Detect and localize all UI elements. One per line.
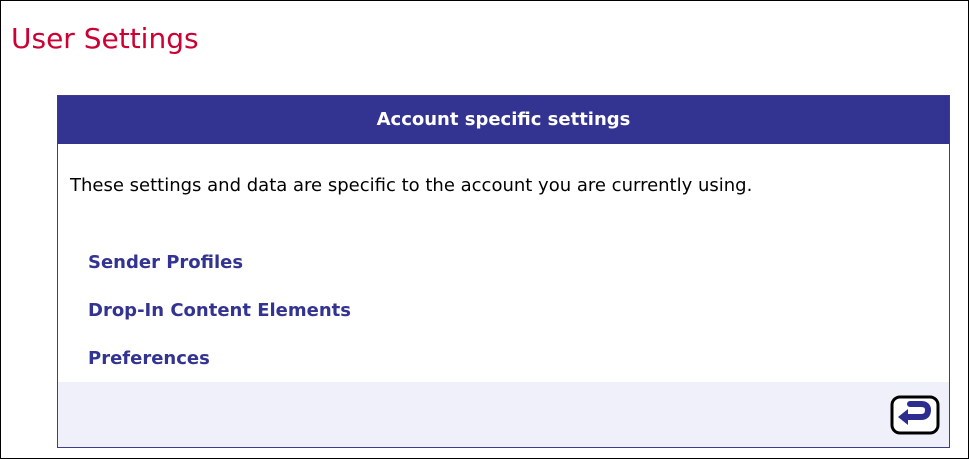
panel-description: These settings and data are specific to … [70,175,753,196]
panel-header: Account specific settings [58,96,949,144]
back-button[interactable] [890,395,940,435]
preferences-link[interactable]: Preferences [88,346,210,372]
settings-page: User Settings Account specific settings … [0,0,969,459]
panel-body: These settings and data are specific to … [58,144,949,382]
drop-in-content-elements-link[interactable]: Drop-In Content Elements [88,298,351,324]
sender-profiles-link[interactable]: Sender Profiles [88,250,243,276]
return-arrow-icon [890,395,940,435]
account-settings-panel: Account specific settings These settings… [57,95,950,448]
panel-footer [58,382,949,447]
page-title: User Settings [11,22,199,55]
